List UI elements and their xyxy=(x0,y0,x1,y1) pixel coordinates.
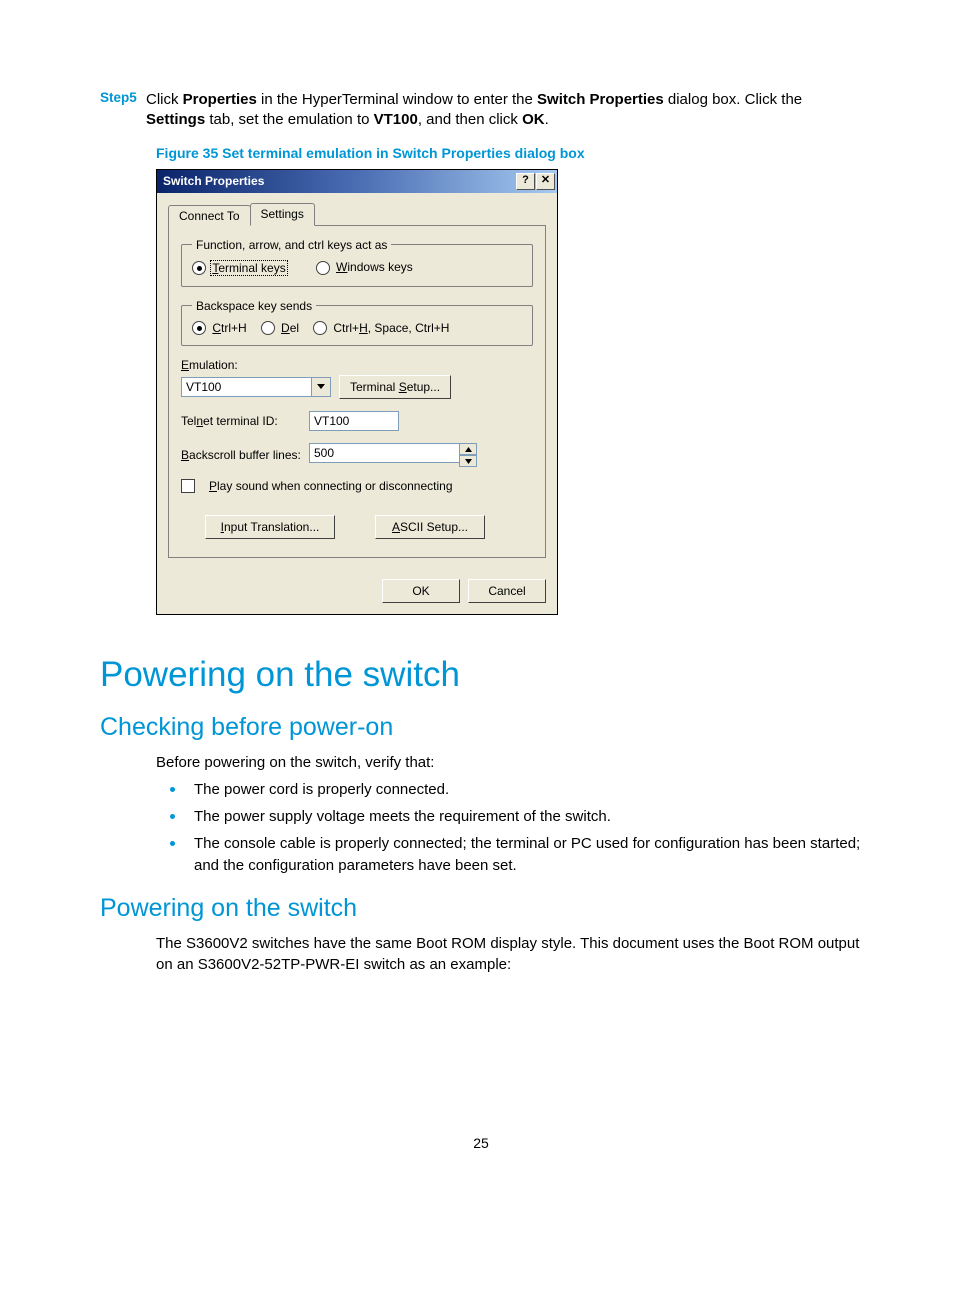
emulation-value: VT100 xyxy=(181,377,311,397)
radio-terminal-keys[interactable]: Terminal keys xyxy=(192,260,288,276)
check-list: The power cord is properly connected. Th… xyxy=(156,779,862,876)
radio-icon xyxy=(313,321,327,335)
radio-icon xyxy=(192,261,206,275)
step5-row: Step5 Click Properties in the HyperTermi… xyxy=(100,90,862,131)
titlebar: Switch Properties ? ✕ xyxy=(157,170,557,193)
radio-icon xyxy=(192,321,206,335)
ok-button[interactable]: OK xyxy=(382,579,460,603)
radio-icon xyxy=(261,321,275,335)
function-keys-legend: Function, arrow, and ctrl keys act as xyxy=(192,238,391,252)
settings-panel: Function, arrow, and ctrl keys act as Te… xyxy=(168,225,546,559)
radio-windows-keys[interactable]: Windows keys xyxy=(316,260,413,275)
heading-checking: Checking before power-on xyxy=(100,713,862,742)
telnet-id-input[interactable] xyxy=(309,411,399,431)
play-sound-label: Play sound when connecting or disconnect… xyxy=(209,479,453,493)
page-number: 25 xyxy=(100,1135,862,1151)
heading-powering-on: Powering on the switch xyxy=(100,655,862,695)
tab-connect-to[interactable]: Connect To xyxy=(168,205,251,226)
emulation-dropdown[interactable]: VT100 xyxy=(181,377,331,397)
check-intro-text: Before powering on the switch, verify th… xyxy=(156,752,862,773)
heading-powering-on-sub: Powering on the switch xyxy=(100,894,862,923)
terminal-setup-button[interactable]: Terminal Setup... xyxy=(339,375,451,399)
help-button[interactable]: ? xyxy=(516,173,535,190)
radio-icon xyxy=(316,261,330,275)
tab-settings[interactable]: Settings xyxy=(250,203,315,226)
spin-up-icon[interactable] xyxy=(459,443,477,455)
backscroll-spinner[interactable] xyxy=(309,443,477,467)
switch-properties-dialog: Switch Properties ? ✕ Connect To Setting… xyxy=(156,169,558,616)
list-item: The power supply voltage meets the requi… xyxy=(156,806,862,828)
close-button[interactable]: ✕ xyxy=(536,173,555,190)
telnet-id-label: Telnet terminal ID: xyxy=(181,414,301,428)
chevron-down-icon xyxy=(311,377,331,397)
spin-down-icon[interactable] xyxy=(459,455,477,467)
figure-caption: Figure 35 Set terminal emulation in Swit… xyxy=(156,145,862,161)
list-item: The console cable is properly connected;… xyxy=(156,833,862,877)
backscroll-label: Backscroll buffer lines: xyxy=(181,448,301,462)
step-text: Click Properties in the HyperTerminal wi… xyxy=(146,90,862,131)
step-label: Step5 xyxy=(100,90,146,131)
dialog-title: Switch Properties xyxy=(163,174,515,188)
backspace-group: Backspace key sends Ctrl+H Del Ctrl+H xyxy=(181,299,533,347)
list-item: The power cord is properly connected. xyxy=(156,779,862,801)
play-sound-checkbox[interactable] xyxy=(181,479,195,493)
tabstrip: Connect To Settings xyxy=(168,202,546,226)
radio-del[interactable]: Del xyxy=(261,321,299,336)
ascii-setup-button[interactable]: ASCII Setup... xyxy=(375,515,485,539)
radio-ctrl-h[interactable]: Ctrl+H xyxy=(192,321,247,336)
backspace-legend: Backspace key sends xyxy=(192,299,316,313)
power-on-text: The S3600V2 switches have the same Boot … xyxy=(156,933,862,975)
radio-ctrl-h-space[interactable]: Ctrl+H, Space, Ctrl+H xyxy=(313,321,449,336)
function-keys-group: Function, arrow, and ctrl keys act as Te… xyxy=(181,238,533,287)
backscroll-input[interactable] xyxy=(309,443,459,463)
cancel-button[interactable]: Cancel xyxy=(468,579,546,603)
input-translation-button[interactable]: Input Translation... xyxy=(205,515,335,539)
emulation-label: Emulation: xyxy=(181,358,533,372)
